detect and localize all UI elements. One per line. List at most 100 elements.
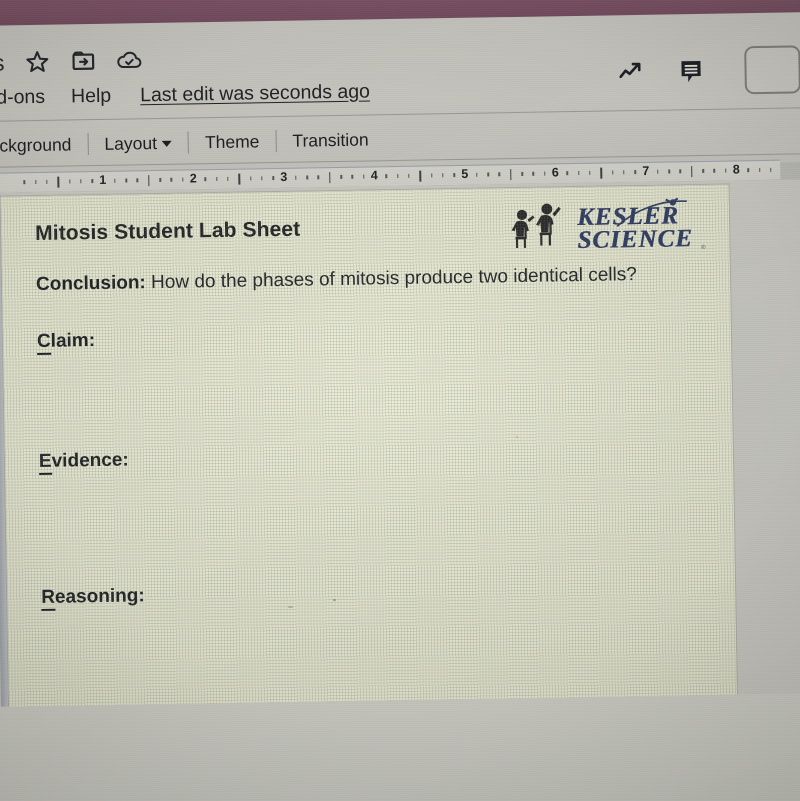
ruler-minor-mark [91, 179, 94, 184]
ruler-minor-mark [272, 176, 275, 181]
ruler-minor-mark [521, 171, 523, 176]
field-claim-rest: laim: [50, 330, 96, 353]
ruler-minor-mark [453, 173, 455, 178]
move-to-folder-icon[interactable] [68, 46, 98, 76]
last-edit-status[interactable]: Last edit was seconds ago [140, 80, 370, 107]
ruler-minor-mark [408, 173, 410, 178]
ruler-minor-mark [657, 169, 659, 174]
ruler-minor-mark [306, 175, 308, 180]
ruler-half-tick [690, 166, 693, 178]
cloud-saved-icon[interactable] [114, 45, 144, 75]
ruler-minor-mark [34, 179, 37, 185]
ruler-minor-mark [204, 177, 207, 182]
toolbar-theme[interactable]: Theme [193, 131, 272, 153]
ruler-minor-mark [724, 168, 727, 173]
ruler-minor-mark [770, 167, 772, 172]
screen-content-plane: ts ld-ons Help Last edit was seconds ago… [0, 0, 800, 801]
ruler-half-tick [238, 173, 241, 185]
ruler-minor-mark [317, 175, 320, 180]
ruler-minor-mark [532, 171, 535, 176]
ruler-half-tick [509, 169, 512, 181]
ruler-half-tick [600, 167, 603, 179]
chevron-down-icon [161, 140, 173, 147]
ruler-minor-mark [702, 168, 704, 173]
logo-trademark: ® [701, 244, 706, 251]
ruler-minor-mark [170, 177, 173, 182]
conclusion-question: How do the phases of mitosis produce two… [145, 264, 638, 294]
workspace-below-slide [0, 692, 800, 801]
toolbar-background[interactable]: ackground [0, 134, 84, 157]
ruler-number: 6 [551, 165, 559, 180]
ruler-minor-mark [589, 170, 591, 175]
photographed-screen: ts ld-ons Help Last edit was seconds ago… [0, 0, 800, 801]
ruler-minor-mark [295, 175, 297, 180]
ruler-minor-mark [249, 176, 252, 181]
ruler-minor-mark [351, 174, 354, 179]
atom-swoosh-icon [616, 197, 687, 227]
ruler-minor-mark [80, 179, 82, 184]
ruler-half-tick [328, 172, 331, 184]
ruler-minor-mark [340, 174, 342, 179]
ruler-minor-mark [181, 177, 184, 182]
field-claim-answer-area[interactable] [37, 343, 698, 418]
ruler-number: 5 [461, 166, 469, 181]
ruler-half-tick [57, 176, 60, 188]
ruler-minor-mark [679, 169, 682, 174]
ruler-minor-mark [215, 176, 218, 182]
ruler-number: 3 [280, 169, 288, 184]
conclusion-prompt[interactable]: Conclusion: How do the phases of mitosis… [36, 261, 676, 297]
ruler-minor-mark [23, 180, 26, 185]
ruler-minor-mark [227, 176, 229, 181]
ruler-number: 1 [99, 172, 107, 187]
ruler-minor-mark [430, 173, 433, 178]
ruler-minor-mark [623, 170, 625, 175]
document-title[interactable]: ts [0, 49, 5, 76]
ruler-minor-mark [385, 174, 388, 179]
ruler-minor-mark [747, 168, 750, 173]
ruler-minor-mark [577, 170, 580, 176]
ruler-minor-mark [566, 171, 569, 176]
ruler-minor-mark [125, 178, 127, 183]
menu-help[interactable]: Help [58, 84, 124, 108]
field-evidence-first-letter: E [38, 451, 52, 476]
ruler-minor-mark [442, 173, 444, 178]
toolbar-separator [275, 130, 277, 153]
kesler-science-logo: KESLER SCIENCE ® [507, 197, 708, 260]
field-evidence-rest: vidence: [51, 449, 129, 473]
field-reasoning-first-letter: R [41, 587, 56, 612]
field-claim-first-letter: C [36, 331, 51, 356]
ruler-minor-mark [159, 177, 161, 182]
two-students-icon [511, 203, 561, 249]
ruler-half-tick [147, 175, 150, 187]
ruler-half-tick [419, 170, 422, 182]
field-reasoning-label[interactable]: Reasoning: [41, 576, 701, 612]
ruler-minor-mark [68, 179, 71, 184]
ruler-minor-mark [136, 178, 139, 183]
ruler-minor-mark [611, 170, 614, 175]
field-evidence-answer-area[interactable] [39, 463, 700, 554]
ruler-minor-mark [487, 172, 489, 177]
ruler-minor-mark [46, 179, 48, 184]
ruler-minor-mark [758, 167, 761, 173]
ruler-minor-mark [476, 172, 478, 177]
toolbar-transition[interactable]: Transition [280, 129, 381, 152]
conclusion-label: Conclusion: [35, 272, 146, 296]
ruler-number: 2 [189, 171, 197, 186]
ruler-minor-mark [114, 178, 116, 183]
star-icon[interactable] [22, 47, 52, 77]
ruler-number: 4 [370, 168, 378, 183]
ruler-minor-mark [668, 169, 670, 174]
menu-add-ons[interactable]: ld-ons [0, 85, 58, 109]
toolbar-layout-label: Layout [104, 132, 158, 154]
toolbar-layout[interactable]: Layout [92, 132, 184, 155]
toolbar-separator [187, 131, 190, 154]
slide-surface[interactable]: Mitosis Student Lab Sheet KESLER SCIENCE… [0, 184, 738, 717]
ruler-minor-mark [261, 176, 263, 181]
ruler-minor-mark [498, 172, 501, 177]
field-reasoning-rest: easoning: [54, 585, 145, 609]
ruler-minor-mark [396, 173, 399, 179]
ruler-number: 8 [732, 162, 740, 177]
ruler-minor-mark [634, 170, 636, 175]
ruler-minor-mark [543, 171, 546, 176]
ruler-number: 7 [642, 163, 650, 178]
